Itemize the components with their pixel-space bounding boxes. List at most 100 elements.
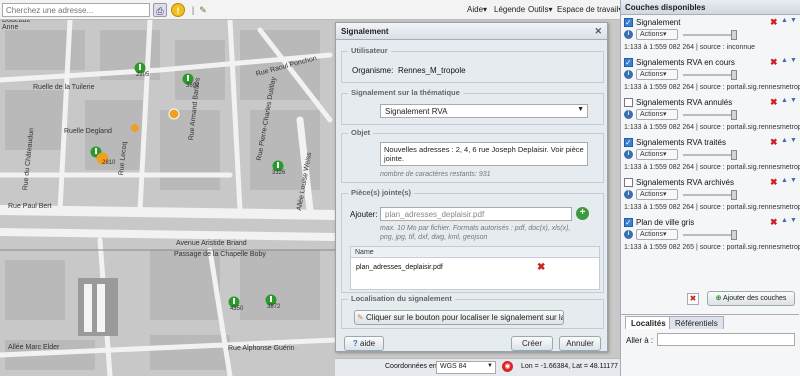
arrow-down-icon[interactable]: ▼ — [790, 57, 797, 64]
remove-icon[interactable]: ✖ — [687, 293, 699, 305]
top-toolbar: ⎙ ! | ✎ Aide▾ Légende Outils▾ Espace de … — [0, 0, 622, 20]
opacity-slider[interactable] — [683, 114, 735, 116]
creer-button[interactable]: Créer — [511, 336, 553, 351]
actions-label: Actions — [640, 71, 663, 78]
layer-scale-source: 1:133 à 1:559 082 265 | source : portail… — [624, 244, 800, 251]
arrow-down-icon[interactable]: ▼ — [790, 177, 797, 184]
opacity-slider[interactable] — [683, 34, 735, 36]
layers-panel: Couches disponibles ✓ Signalement ✖ ▲ ▼ … — [620, 0, 800, 376]
layer-name: Signalements RVA en cours — [636, 58, 735, 67]
remove-layer-icon[interactable]: ✖ — [770, 17, 778, 28]
arrow-up-icon[interactable]: ▲ — [781, 217, 788, 224]
layer-item[interactable]: Signalements RVA archivés ✖ ▲ ▼ i Action… — [621, 176, 800, 216]
opacity-slider[interactable] — [683, 74, 735, 76]
print-icon[interactable]: ⎙ — [153, 3, 167, 17]
layer-checkbox[interactable]: ✓ — [624, 138, 633, 147]
actions-dropdown[interactable]: Actions▾ — [636, 189, 678, 200]
layer-scale-source: 1:133 à 1:559 082 264 | source : inconnu… — [624, 44, 756, 51]
tools-icon[interactable]: ✎ — [196, 3, 210, 17]
menu-legende[interactable]: Légende — [494, 5, 525, 14]
layer-item[interactable]: ✓ Signalements RVA traités ✖ ▲ ▼ i Actio… — [621, 136, 800, 176]
menu-espace-travail[interactable]: Espace de travail▾ — [557, 5, 622, 14]
remove-layer-icon[interactable]: ✖ — [770, 217, 778, 228]
file-hint: png, jpg, tif, dxf, dwg, kml, geojson — [380, 234, 488, 241]
opacity-slider-handle[interactable] — [731, 230, 737, 240]
actions-label: Actions — [640, 31, 663, 38]
opacity-slider[interactable] — [683, 234, 735, 236]
layer-checkbox[interactable] — [624, 98, 633, 107]
info-icon[interactable]: i — [624, 70, 633, 79]
tab-referentiels[interactable]: Référentiels — [669, 316, 724, 329]
actions-dropdown[interactable]: Actions▾ — [636, 69, 678, 80]
opacity-slider-handle[interactable] — [731, 150, 737, 160]
actions-dropdown[interactable]: Actions▾ — [636, 229, 678, 240]
table-header: Name — [351, 247, 599, 258]
file-input-value: plan_adresses_deplaisir.pdf — [385, 210, 485, 219]
arrow-up-icon[interactable]: ▲ — [781, 57, 788, 64]
opacity-slider-handle[interactable] — [731, 110, 737, 120]
info-icon[interactable]: i — [624, 30, 633, 39]
coords-system-select[interactable]: WGS 84 ▼ — [436, 361, 496, 374]
add-file-icon[interactable]: + — [576, 207, 589, 220]
remove-layer-icon[interactable]: ✖ — [770, 57, 778, 68]
remove-layer-icon[interactable]: ✖ — [770, 97, 778, 108]
actions-dropdown[interactable]: Actions▾ — [636, 149, 678, 160]
opacity-slider[interactable] — [683, 154, 735, 156]
signalement-dialog: Signalement ✕ Utilisateur Organisme: Ren… — [335, 22, 608, 352]
opacity-slider-handle[interactable] — [731, 190, 737, 200]
menu-aide[interactable]: Aide▾ — [467, 5, 487, 14]
opacity-slider[interactable] — [683, 194, 735, 196]
marker-label: 3126 — [272, 170, 286, 176]
info-icon[interactable]: i — [624, 230, 633, 239]
localiser-button[interactable]: ✎ Cliquer sur le bouton pour localiser l… — [354, 310, 564, 325]
dialog-title: Signalement — [341, 27, 389, 36]
layer-item[interactable]: ✓ Signalement ✖ ▲ ▼ i Actions▾ 1:133 à 1… — [621, 16, 799, 56]
objet-textarea[interactable]: Nouvelles adresses : 2, 4, 6 rue Joseph … — [380, 142, 588, 166]
actions-dropdown[interactable]: Actions▾ — [636, 109, 678, 120]
layer-item[interactable]: Signalements RVA annulés ✖ ▲ ▼ i Actions… — [621, 96, 800, 136]
thematique-select[interactable]: Signalement RVA ▼ — [380, 104, 588, 118]
close-icon[interactable]: ✕ — [594, 26, 602, 37]
search-input[interactable] — [2, 3, 150, 17]
layer-checkbox[interactable]: ✓ — [624, 218, 633, 227]
actions-dropdown[interactable]: Actions▾ — [636, 29, 678, 40]
menu-outils[interactable]: Outils▾ — [528, 5, 552, 14]
alert-icon[interactable]: ! — [171, 3, 185, 17]
target-icon[interactable]: ◉ — [502, 361, 513, 372]
layer-checkbox[interactable] — [624, 178, 633, 187]
remove-layer-icon[interactable]: ✖ — [770, 177, 778, 188]
file-input[interactable]: plan_adresses_deplaisir.pdf — [380, 207, 572, 221]
layer-checkbox[interactable]: ✓ — [624, 18, 633, 27]
actions-label: Actions — [640, 191, 663, 198]
delete-icon[interactable]: ✖ — [537, 262, 545, 273]
arrow-down-icon[interactable]: ▼ — [790, 137, 797, 144]
aller-input[interactable] — [657, 333, 795, 346]
coordinates-bar: Coordonnées en WGS 84 ▼ ◉ Lon = -1.66384… — [335, 358, 620, 376]
opacity-slider-handle[interactable] — [731, 30, 737, 40]
arrow-up-icon[interactable]: ▲ — [781, 137, 788, 144]
layer-item[interactable]: ✓ Plan de ville gris ✖ ▲ ▼ i Actions▾ 1:… — [621, 216, 800, 256]
arrow-down-icon[interactable]: ▼ — [790, 97, 797, 104]
table-row[interactable]: plan_adresses_deplaisir.pdf ✖ — [351, 262, 599, 276]
aide-button[interactable]: ? aide — [344, 336, 384, 351]
arrow-up-icon[interactable]: ▲ — [781, 177, 788, 184]
arrow-down-icon[interactable]: ▼ — [790, 217, 797, 224]
add-layers-button[interactable]: ⊕ Ajouter des couches — [707, 291, 795, 306]
info-icon[interactable]: i — [624, 190, 633, 199]
fieldset-legend: Pièce(s) jointe(s) — [348, 188, 415, 197]
layer-checkbox[interactable]: ✓ — [624, 58, 633, 67]
dialog-header: Signalement ✕ — [336, 23, 607, 40]
remove-layer-icon[interactable]: ✖ — [770, 137, 778, 148]
opacity-slider-handle[interactable] — [731, 70, 737, 80]
layer-item[interactable]: ✓ Signalements RVA en cours ✖ ▲ ▼ i Acti… — [621, 56, 800, 96]
annuler-button[interactable]: Annuler — [559, 336, 601, 351]
pieces-jointes-fieldset: Pièce(s) jointe(s) Ajouter: plan_adresse… — [341, 188, 604, 293]
street-label: Rue Paul Bert — [8, 203, 52, 210]
actions-label: Actions — [640, 151, 663, 158]
arrow-up-icon[interactable]: ▲ — [781, 17, 788, 24]
arrow-down-icon[interactable]: ▼ — [790, 17, 797, 24]
tab-localites[interactable]: Localités — [625, 316, 672, 329]
arrow-up-icon[interactable]: ▲ — [781, 97, 788, 104]
info-icon[interactable]: i — [624, 150, 633, 159]
info-icon[interactable]: i — [624, 110, 633, 119]
